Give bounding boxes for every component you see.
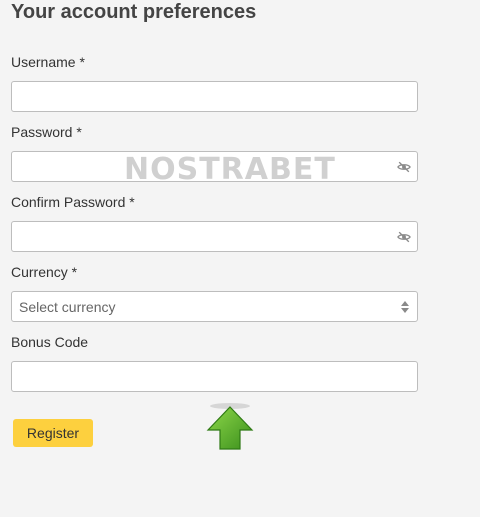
registration-page: Your account preferences Username * Pass…	[0, 0, 480, 517]
bonus-code-input[interactable]	[12, 362, 417, 391]
register-button[interactable]: Register	[13, 419, 93, 447]
bonus-code-field-wrapper	[11, 361, 418, 392]
currency-select[interactable]: Select currency	[11, 291, 418, 322]
password-input[interactable]	[12, 152, 417, 181]
username-input[interactable]	[12, 82, 417, 111]
confirm-password-input[interactable]	[12, 222, 417, 251]
currency-label: Currency *	[11, 264, 78, 280]
username-label: Username *	[11, 54, 85, 70]
eye-slash-icon[interactable]	[397, 230, 411, 244]
green-arrow-up-icon	[206, 403, 254, 450]
password-field-wrapper	[11, 151, 418, 182]
page-title: Your account preferences	[11, 1, 257, 23]
currency-selected-value: Select currency	[19, 299, 116, 315]
confirm-password-label: Confirm Password *	[11, 194, 135, 210]
bonus-code-label: Bonus Code	[11, 334, 89, 350]
sort-arrows-icon	[401, 301, 409, 313]
confirm-password-field-wrapper	[11, 221, 418, 252]
eye-slash-icon[interactable]	[397, 160, 411, 174]
username-field-wrapper	[11, 81, 418, 112]
password-label: Password *	[11, 124, 82, 140]
